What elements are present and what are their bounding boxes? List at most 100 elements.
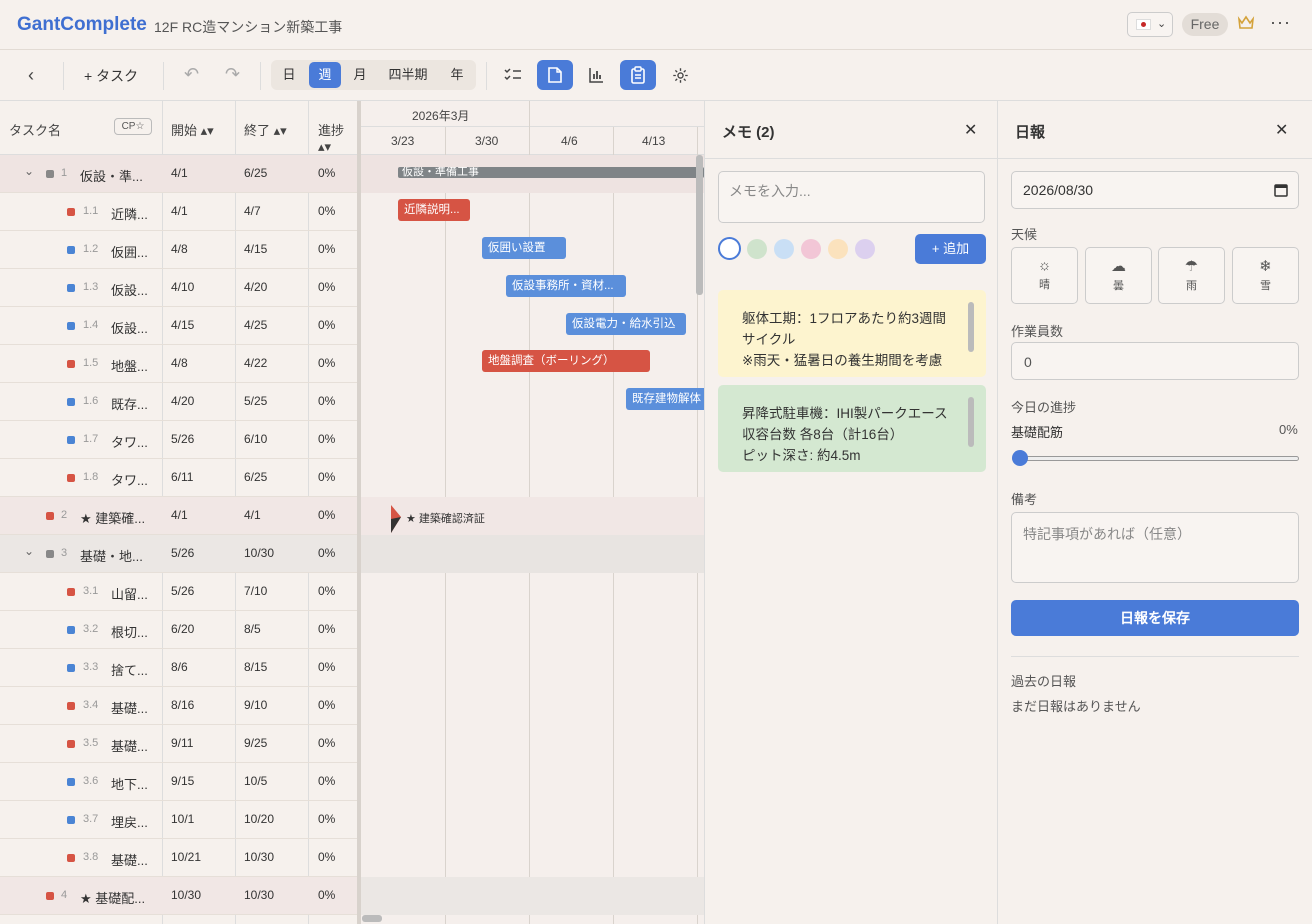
task-end[interactable]: 4/25 — [244, 318, 267, 332]
project-name[interactable]: 12F RC造マンション新築工事 — [154, 17, 342, 37]
task-progress[interactable]: 0% — [318, 698, 335, 712]
task-name[interactable]: 既存... — [111, 394, 148, 413]
task-row[interactable]: 3.3 捨て... 8/6 8/15 0% — [0, 649, 358, 687]
memo-card[interactable]: 躯体工期：1フロアあたり約3週間サイクル ※雨天・猛暑日の養生期間を考慮 — [718, 290, 986, 377]
collapse-chevron-icon[interactable]: ⌄ — [24, 544, 34, 558]
weather-rainy-button[interactable]: ☂ 雨 — [1158, 247, 1225, 304]
close-icon[interactable]: ✕ — [1275, 120, 1288, 140]
task-progress[interactable]: 0% — [318, 850, 335, 864]
task-row[interactable]: ⌄ 1 仮設・準... 4/1 6/25 0% — [0, 155, 358, 193]
collapse-chevron-icon[interactable]: ⌄ — [24, 164, 34, 178]
gantt-bar-group[interactable]: 仮設・準備工事 — [398, 167, 704, 178]
task-progress[interactable]: 0% — [318, 242, 335, 256]
view-month-button[interactable]: 月 — [346, 62, 374, 88]
task-name[interactable]: 埋戻... — [111, 812, 148, 831]
task-row[interactable]: 4 ★ 基礎配... 10/30 10/30 0% — [0, 877, 358, 915]
task-name[interactable]: 仮囲... — [111, 242, 148, 261]
milestone-diamond-icon[interactable] — [390, 503, 402, 535]
task-start[interactable]: 5/26 — [171, 584, 194, 598]
card-scrollbar[interactable] — [968, 302, 974, 352]
task-start[interactable]: 9/15 — [171, 774, 194, 788]
task-progress[interactable]: 0% — [318, 470, 335, 484]
task-row[interactable]: 1.4 仮設... 4/15 4/25 0% — [0, 307, 358, 345]
task-start[interactable]: 6/20 — [171, 622, 194, 636]
view-week-button[interactable]: 週 — [309, 62, 341, 88]
progress-slider[interactable] — [1012, 450, 1299, 466]
task-name[interactable]: タワ... — [111, 432, 148, 451]
task-progress[interactable]: 0% — [318, 736, 335, 750]
task-start[interactable]: 4/1 — [171, 204, 188, 218]
task-row[interactable]: 3.4 基礎... 8/16 9/10 0% — [0, 687, 358, 725]
back-button[interactable]: ‹ — [28, 65, 34, 86]
task-start[interactable]: 8/6 — [171, 660, 188, 674]
gantt-bar[interactable]: 既存建物解体 — [626, 388, 704, 410]
memo-card[interactable]: 昇降式駐車機：IHI製パークエース 収容台数 各8台（計16台） ピット深さ: … — [718, 385, 986, 472]
gantt-bar[interactable]: 近隣説明... — [398, 199, 470, 221]
task-row[interactable]: 3.6 地下... 9/15 10/5 0% — [0, 763, 358, 801]
task-end[interactable]: 8/15 — [244, 660, 267, 674]
task-name[interactable]: 地盤... — [111, 356, 148, 375]
task-start[interactable]: 4/8 — [171, 356, 188, 370]
date-field[interactable]: 2026/08/30 — [1011, 171, 1299, 209]
task-progress[interactable]: 0% — [318, 812, 335, 826]
task-end[interactable]: 4/22 — [244, 356, 267, 370]
color-green-swatch[interactable] — [747, 239, 767, 259]
more-menu-icon[interactable]: ··· — [1270, 12, 1291, 33]
task-list-icon[interactable] — [495, 60, 531, 90]
task-row[interactable]: 2 ★ 建築確... 4/1 4/1 0% — [0, 497, 358, 535]
column-task-name[interactable]: タスク名 — [9, 120, 61, 139]
task-start[interactable]: 8/16 — [171, 698, 194, 712]
task-end[interactable]: 10/30 — [244, 546, 274, 560]
task-row[interactable]: 1.7 タワ... 5/26 6/10 0% — [0, 421, 358, 459]
task-end[interactable]: 8/5 — [244, 622, 261, 636]
task-name[interactable]: 基礎... — [111, 736, 148, 755]
add-task-button[interactable]: + タスク — [84, 66, 138, 86]
weather-sunny-button[interactable]: ☼ 晴 — [1011, 247, 1078, 304]
language-select[interactable]: ⌄ — [1127, 12, 1173, 37]
color-orange-swatch[interactable] — [828, 239, 848, 259]
task-end[interactable]: 10/30 — [244, 888, 274, 902]
task-start[interactable]: 6/11 — [171, 470, 193, 484]
task-progress[interactable]: 0% — [318, 356, 335, 370]
task-name[interactable]: 捨て... — [111, 660, 148, 679]
weather-cloudy-button[interactable]: ☁ 曇 — [1085, 247, 1152, 304]
task-name[interactable]: 基礎... — [111, 850, 148, 869]
task-start[interactable]: 9/11 — [171, 736, 193, 750]
task-name[interactable]: 根切... — [111, 622, 148, 641]
task-end[interactable]: 10/30 — [244, 850, 274, 864]
task-start[interactable]: 10/21 — [171, 850, 201, 864]
horizontal-scrollbar[interactable] — [362, 915, 382, 922]
notes-textarea[interactable]: 特記事項があれば（任意） — [1011, 512, 1299, 583]
memo-input[interactable]: メモを入力... — [718, 171, 985, 223]
task-name[interactable]: タワ... — [111, 470, 148, 489]
vertical-scrollbar[interactable] — [696, 155, 703, 295]
task-row[interactable]: 1.5 地盤... 4/8 4/22 0% — [0, 345, 358, 383]
task-start[interactable]: 5/26 — [171, 432, 194, 446]
task-end[interactable]: 4/15 — [244, 242, 267, 256]
task-progress[interactable]: 0% — [318, 660, 335, 674]
task-end[interactable]: 10/20 — [244, 812, 274, 826]
task-end[interactable]: 10/5 — [244, 774, 267, 788]
task-row[interactable]: 3.1 山留... 5/26 7/10 0% — [0, 573, 358, 611]
task-start[interactable]: 10/1 — [171, 812, 194, 826]
task-end[interactable]: 7/10 — [244, 584, 267, 598]
task-row[interactable]: 3.2 根切... 6/20 8/5 0% — [0, 611, 358, 649]
task-progress[interactable]: 0% — [318, 394, 335, 408]
weather-snow-button[interactable]: ❄ 雪 — [1232, 247, 1299, 304]
task-row[interactable]: 1.3 仮設... 4/10 4/20 0% — [0, 269, 358, 307]
task-name[interactable]: 基礎... — [111, 698, 148, 717]
task-start[interactable]: 4/1 — [171, 508, 188, 522]
task-name[interactable]: 仮設・準... — [80, 166, 143, 185]
task-name[interactable]: ★ 建築確... — [80, 508, 145, 527]
task-start[interactable]: 10/30 — [171, 888, 201, 902]
task-start[interactable]: 4/1 — [171, 166, 188, 180]
slider-thumb[interactable] — [1012, 450, 1028, 466]
workers-input[interactable]: 0 — [1011, 342, 1299, 380]
task-row[interactable]: ⌄ 3 基礎・地... 5/26 10/30 0% — [0, 535, 358, 573]
redo-button[interactable]: ↷ — [225, 64, 240, 85]
app-logo[interactable]: GantComplete — [17, 14, 147, 36]
save-report-button[interactable]: 日報を保存 — [1011, 600, 1299, 636]
task-progress[interactable]: 0% — [318, 888, 335, 902]
task-row[interactable]: 1.1 近隣... 4/1 4/7 0% — [0, 193, 358, 231]
task-row[interactable]: 1.6 既存... 4/20 5/25 0% — [0, 383, 358, 421]
